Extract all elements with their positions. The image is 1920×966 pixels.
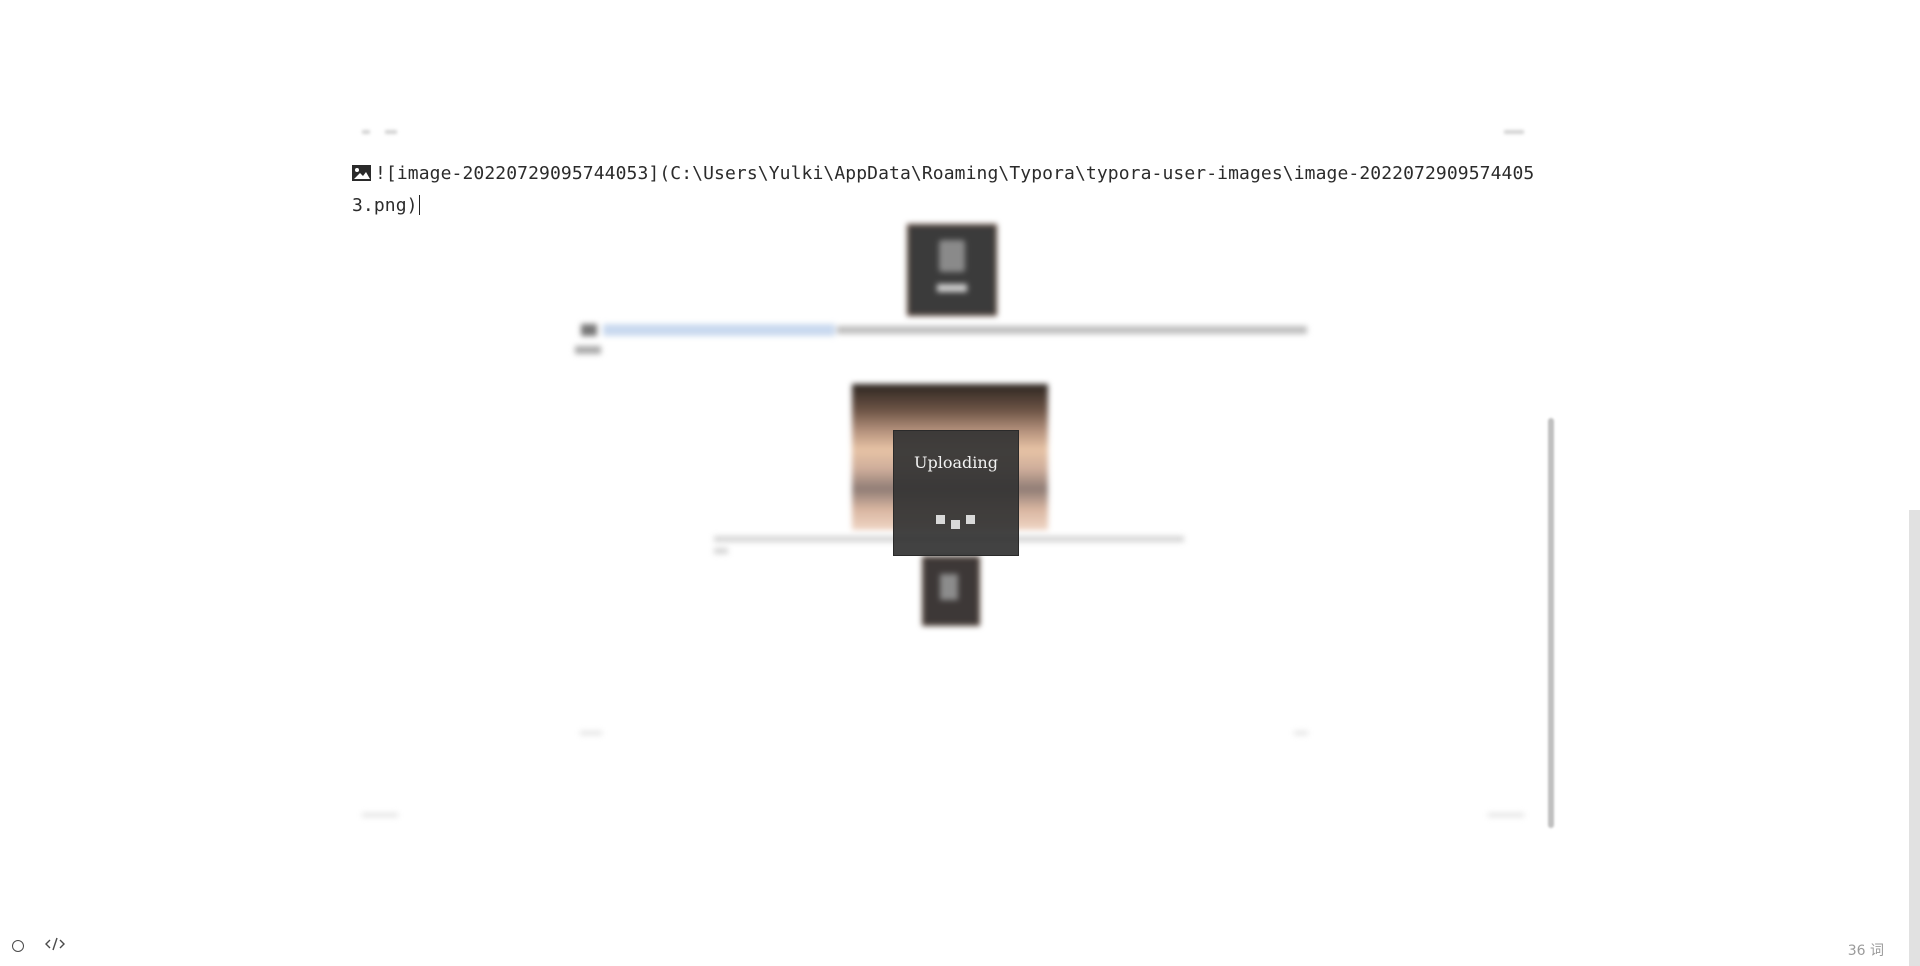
loading-dots-icon — [937, 284, 967, 292]
inner-scrollbar[interactable] — [1548, 418, 1554, 828]
image-thumbnail — [907, 224, 997, 316]
circle-icon[interactable] — [10, 936, 34, 960]
code-icon[interactable] — [44, 936, 70, 960]
faint-mark — [1294, 731, 1308, 735]
page-scrollbar[interactable] — [1909, 510, 1920, 966]
faint-mark — [1504, 130, 1524, 134]
word-count[interactable]: 36 词 — [1848, 940, 1884, 960]
markdown-image-text[interactable]: ![image-20220729095744053](C:\Users\Yulk… — [352, 163, 1534, 216]
text-cursor — [418, 195, 420, 215]
faint-mark — [580, 731, 602, 735]
faint-mark — [385, 130, 397, 134]
status-bar: 36 词 — [0, 930, 1920, 966]
trash-icon — [940, 574, 958, 600]
uploading-overlay: Uploading — [893, 430, 1019, 556]
faint-mark — [1488, 813, 1524, 817]
faint-mark — [362, 130, 370, 134]
loading-dots-icon — [936, 515, 976, 535]
document-area[interactable]: ![image-20220729095744053](C:\Users\Yulk… — [0, 0, 1920, 966]
blurred-markdown-line — [575, 322, 1315, 356]
image-icon — [352, 165, 371, 181]
markdown-image-source-line[interactable]: ![image-20220729095744053](C:\Users\Yulk… — [352, 158, 1552, 222]
uploading-label: Uploading — [914, 453, 998, 472]
faint-mark — [362, 813, 398, 817]
trash-icon — [939, 240, 965, 272]
small-thumbnail — [922, 556, 980, 626]
